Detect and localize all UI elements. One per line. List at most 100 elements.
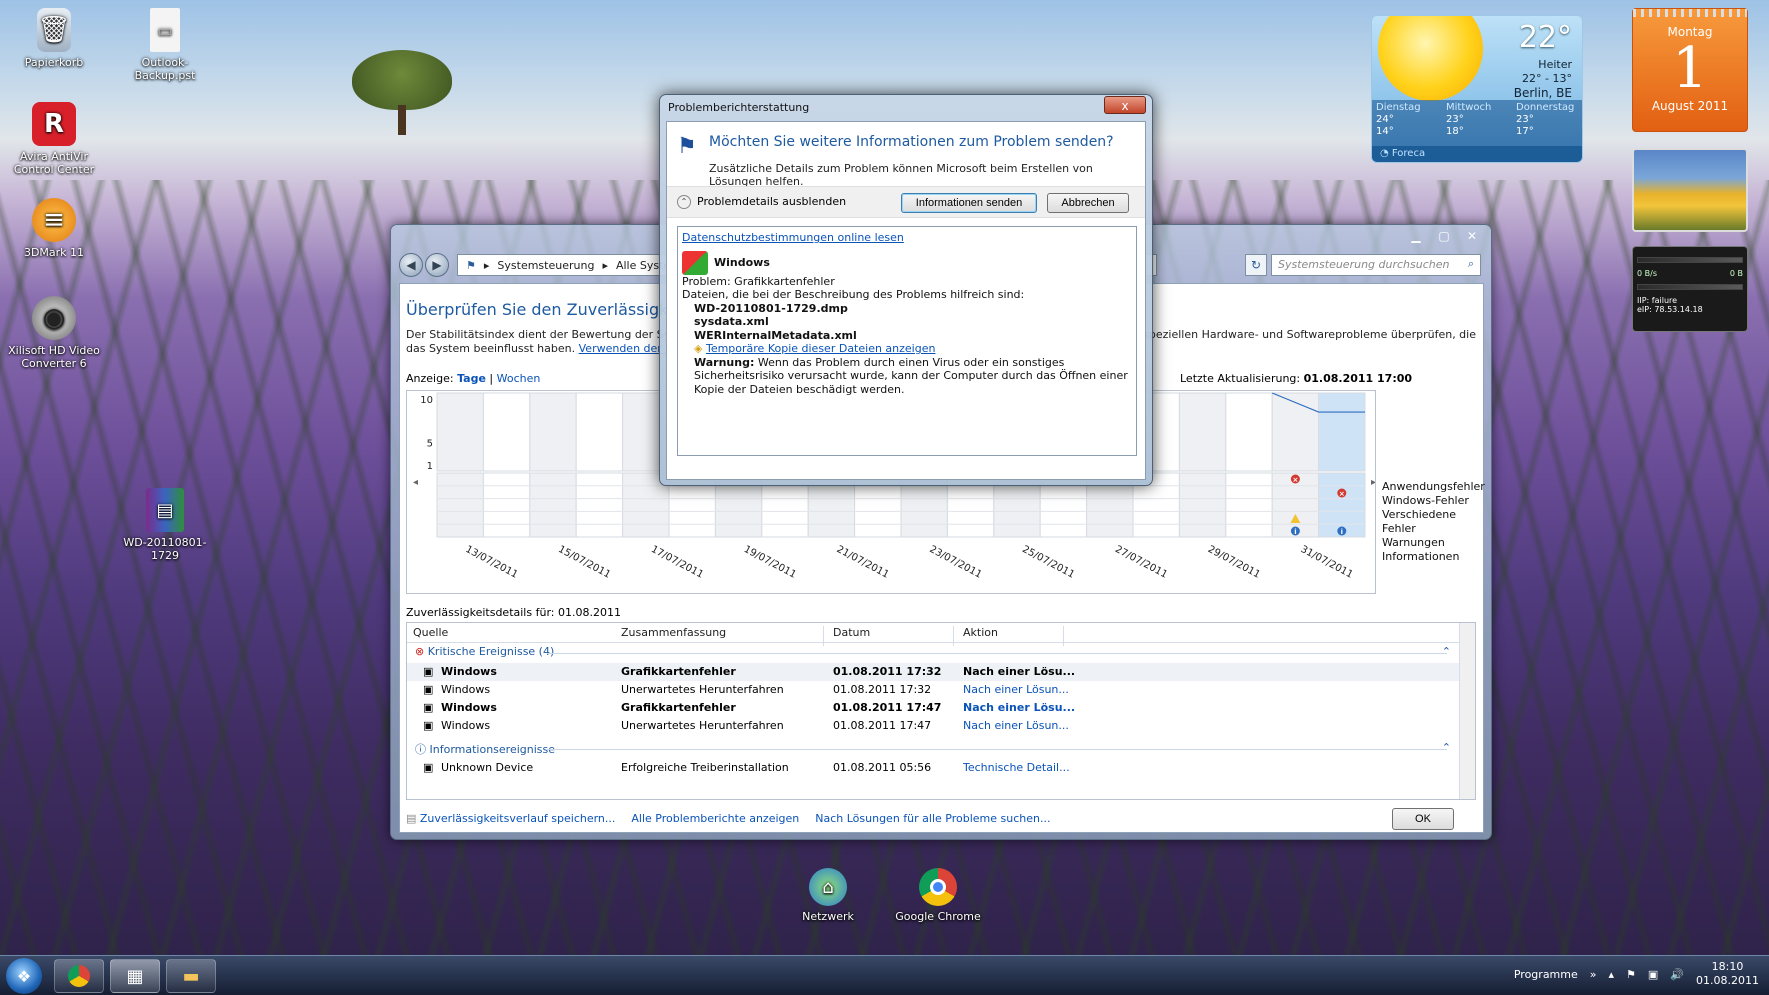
chevron-double-right-icon[interactable]: » <box>1590 968 1597 981</box>
windows-app-icon: ▣ <box>423 665 434 678</box>
forecast-day: Mittwoch 23° 18° <box>1446 102 1492 137</box>
view-switcher: Anzeige: Tage | Wochen <box>406 372 541 385</box>
info-marker-icon-glyph: i <box>1294 528 1296 536</box>
minimize-button[interactable]: ▁ <box>1403 227 1429 245</box>
details-table: Quelle Zusammenfassung Datum Aktion ⊗ Kr… <box>406 622 1476 800</box>
chart-event-column <box>575 472 624 538</box>
desktop-icon-xilisoft[interactable]: ◉ Xilisoft HD Video Converter 6 <box>4 296 104 370</box>
details-label: Zuverlässigkeitsdetails für: 01.08.2011 <box>406 606 621 619</box>
weather-brand[interactable]: ◔ Foreca <box>1372 146 1582 162</box>
file-icon: ▭ <box>150 8 180 52</box>
clock[interactable]: 18:10 01.08.2011 <box>1696 960 1759 988</box>
y-tick-label: 5 <box>427 438 433 449</box>
windows-logo-icon: ❖ <box>16 966 32 986</box>
bottom-links: ▤ Zuverlässigkeitsverlauf speichern... A… <box>406 812 1050 825</box>
cancel-button[interactable]: Abbrechen <box>1047 193 1129 213</box>
slideshow-gadget[interactable] <box>1632 148 1748 232</box>
ok-button[interactable]: OK <box>1392 808 1454 830</box>
save-history-link[interactable]: ▤ Zuverlässigkeitsverlauf speichern... <box>406 812 615 825</box>
chart-column <box>1178 392 1227 472</box>
calendar-gadget[interactable]: Montag 1 August 2011 <box>1632 8 1748 132</box>
chart-scroll-left-icon: ◂ <box>413 477 418 488</box>
dialog-close-button[interactable]: x <box>1104 96 1146 114</box>
refresh-button[interactable]: ↻ <box>1245 254 1267 276</box>
info-marker-icon-glyph: i <box>1341 528 1343 536</box>
window-controls: ▁ ▢ ✕ <box>1403 227 1485 245</box>
desktop-icon-recycle-bin[interactable]: 🗑 Papierkorb <box>4 8 104 69</box>
breadcrumb-item[interactable]: Systemsteuerung <box>497 259 594 272</box>
temp-copy-link[interactable]: Temporäre Kopie dieser Dateien anzeigen <box>706 342 936 355</box>
error-marker-icon-glyph: × <box>1292 476 1298 484</box>
chrome-icon <box>919 868 957 906</box>
back-button[interactable]: ◀ <box>399 253 423 277</box>
meter-bar <box>1637 284 1743 290</box>
group-critical-events[interactable]: ⊗ Kritische Ereignisse (4) <box>415 645 554 658</box>
windows-app-icon: ▣ <box>423 701 434 714</box>
column-header-date[interactable]: Datum <box>833 626 870 639</box>
taskbar-chrome[interactable] <box>54 959 104 993</box>
windows-app-icon: ▣ <box>423 683 434 696</box>
desktop-icon-3dmark[interactable]: ≡ 3DMark 11 <box>4 198 104 259</box>
x-tick-label: 15/07/2011 <box>556 544 612 581</box>
privacy-link[interactable]: Datenschutzbestimmungen online lesen <box>682 231 1132 245</box>
chevron-up-icon[interactable]: ⌃ <box>677 195 691 209</box>
chart-column <box>575 392 624 472</box>
column-header-summary[interactable]: Zusammenfassung <box>621 626 726 639</box>
desktop-icon-network[interactable]: ⌂ Netzwerk <box>778 868 878 923</box>
taskbar-control-panel[interactable]: ▦ <box>110 959 160 993</box>
forward-button[interactable]: ▶ <box>425 253 449 277</box>
error-marker-icon-glyph: × <box>1339 490 1345 498</box>
send-info-button[interactable]: Informationen senden <box>901 193 1037 213</box>
all-reports-link[interactable]: Alle Problemberichte anzeigen <box>631 812 799 825</box>
x-tick-label: 21/07/2011 <box>835 544 891 581</box>
programs-toolbar[interactable]: Programme <box>1514 968 1578 981</box>
search-input[interactable]: Systemsteuerung durchsuchen ⌕ <box>1271 254 1481 276</box>
maximize-button[interactable]: ▢ <box>1431 227 1457 245</box>
taskbar-explorer[interactable]: ▬ <box>166 959 216 993</box>
forecast-day: Donnerstag 23° 17° <box>1516 102 1575 137</box>
system-tray: Programme » ▴ ⚑ ▣ 🔊 18:10 01.08.2011 <box>1514 960 1759 988</box>
collapse-icon[interactable]: ⌃ <box>1442 741 1451 754</box>
sun-icon <box>1378 16 1483 101</box>
dialog-question: Möchten Sie weitere Informationen zum Pr… <box>709 134 1114 150</box>
desktop-icon-avira[interactable]: R Avira AntiVir Control Center <box>4 102 104 176</box>
desktop-icon-google-chrome[interactable]: Google Chrome <box>888 868 988 923</box>
start-button[interactable]: ❖ <box>6 958 42 994</box>
windows-logo-icon <box>682 250 708 275</box>
weather-conditions: Heiter 22° - 13° Berlin, BE <box>1513 58 1572 100</box>
last-updated: Letzte Aktualisierung: 01.08.2011 17:00 <box>1180 372 1413 385</box>
desktop-icon-outlook-backup[interactable]: ▭ Outlook-Backup.pst <box>115 8 215 82</box>
chevron-up-icon[interactable]: ▴ <box>1609 968 1615 981</box>
table-row[interactable]: ▣ Windows Grafikkartenfehler 01.08.2011 … <box>407 663 1459 681</box>
view-weeks-link[interactable]: Wochen <box>497 372 541 385</box>
control-panel-icon: ▦ <box>126 965 144 987</box>
chart-column <box>1318 392 1366 472</box>
collapse-icon[interactable]: ⌃ <box>1442 645 1451 658</box>
action-center-flag-icon[interactable]: ⚑ <box>1626 968 1636 981</box>
error-icon: ⊗ <box>415 645 425 658</box>
volume-icon[interactable]: 🔊 <box>1670 968 1684 981</box>
weather-gadget[interactable]: 22° Heiter 22° - 13° Berlin, BE Dienstag… <box>1371 15 1583 163</box>
group-information-events[interactable]: ⓘ Informationsereignisse <box>415 741 555 757</box>
view-days-link[interactable]: Tage <box>457 372 486 385</box>
close-button[interactable]: ✕ <box>1459 227 1485 245</box>
table-scrollbar[interactable] <box>1459 623 1475 799</box>
table-row[interactable]: ▣ Unknown Device Erfolgreiche Treiberins… <box>407 759 1459 777</box>
problem-report-dialog[interactable]: Problemberichterstattung x ⚑ Möchten Sie… <box>659 94 1153 486</box>
y-tick-label: 1 <box>427 461 433 472</box>
column-header-action[interactable]: Aktion <box>963 626 998 639</box>
forecast-day: Dienstag 24° 14° <box>1376 102 1421 137</box>
network-meter-gadget[interactable]: 0 B/s 0 B IIP: failure eIP: 78.53.14.18 <box>1632 246 1748 332</box>
chart-event-column <box>1225 472 1273 538</box>
desktop-icon-winrar-archive[interactable]: ▤ WD-20110801-1729 <box>115 488 215 562</box>
toggle-details-label[interactable]: Problemdetails ausblenden <box>697 195 846 208</box>
check-solutions-link[interactable]: Nach Lösungen für alle Probleme suchen..… <box>815 812 1050 825</box>
table-row[interactable]: ▣ Windows Unerwartetes Herunterfahren 01… <box>407 717 1459 735</box>
column-header-source[interactable]: Quelle <box>413 626 448 639</box>
taskbar: ❖ ▦ ▬ Programme » ▴ ⚑ ▣ 🔊 18:10 01.08.20… <box>0 955 1769 995</box>
table-row[interactable]: ▣ Windows Unerwartetes Herunterfahren 01… <box>407 681 1459 699</box>
chart-event-column <box>482 472 531 538</box>
network-icon[interactable]: ▣ <box>1648 968 1658 981</box>
table-row[interactable]: ▣ Windows Grafikkartenfehler 01.08.2011 … <box>407 699 1459 717</box>
x-tick-label: 23/07/2011 <box>927 544 983 581</box>
